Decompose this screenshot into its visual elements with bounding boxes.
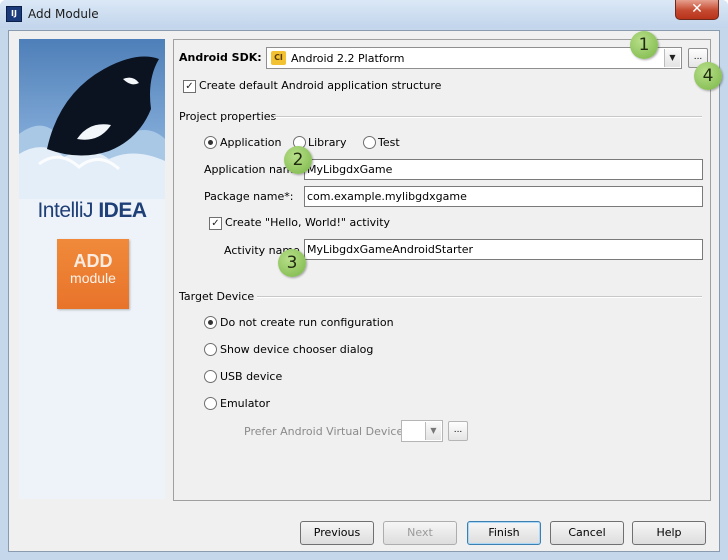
avd-dropdown[interactable]: ▼ (401, 420, 443, 442)
application-name-input[interactable]: MyLibgdxGame (304, 159, 703, 180)
callout-badge-3: 3 (278, 249, 306, 277)
hello-world-label: Create "Hello, World!" activity (225, 216, 391, 229)
help-button[interactable]: Help (632, 521, 706, 545)
target-emulator-label: Emulator (220, 397, 270, 410)
chevron-down-icon[interactable]: ▼ (425, 422, 441, 440)
cancel-button[interactable]: Cancel (550, 521, 624, 545)
type-application-radio[interactable] (204, 136, 217, 149)
create-structure-checkbox[interactable]: ✓ (183, 80, 196, 93)
previous-button[interactable]: Previous (300, 521, 374, 545)
type-test-radio[interactable] (363, 136, 376, 149)
callout-badge-2: 2 (284, 146, 312, 174)
target-device-chooser-radio[interactable] (204, 343, 217, 356)
type-library-label: Library (308, 136, 347, 149)
target-no-run-config-radio[interactable] (204, 316, 217, 329)
close-button[interactable]: ✕ (675, 0, 719, 20)
android-platform-icon: CI (271, 51, 286, 65)
avd-browse-button[interactable]: ... (448, 421, 468, 441)
hello-world-checkbox[interactable]: ✓ (209, 217, 222, 230)
target-no-run-config-label: Do not create run configuration (220, 316, 394, 329)
project-properties-title: Project properties (179, 110, 277, 123)
target-device-chooser-label: Show device chooser dialog (220, 343, 374, 356)
avd-label: Prefer Android Virtual Device: (244, 425, 407, 438)
intellij-idea-logo: IntelliJ IDEA (37, 199, 147, 222)
target-emulator-radio[interactable] (204, 397, 217, 410)
project-properties-separator (274, 116, 702, 118)
package-name-label: Package name*: (204, 190, 294, 203)
intellij-app-icon: IJ (6, 6, 22, 22)
wizard-banner: IntelliJ IDEA ADD module (19, 39, 165, 499)
target-usb-device-radio[interactable] (204, 370, 217, 383)
type-test-label: Test (378, 136, 400, 149)
target-usb-device-label: USB device (220, 370, 283, 383)
package-name-input[interactable]: com.example.mylibgdxgame (304, 186, 703, 207)
activity-name-input[interactable]: MyLibgdxGameAndroidStarter (304, 239, 703, 260)
module-settings-panel: Android SDK: CI Android 2.2 Platform ▼ .… (173, 31, 722, 501)
android-sdk-dropdown[interactable]: CI Android 2.2 Platform ▼ (266, 47, 682, 69)
window-title: Add Module (28, 7, 99, 21)
finish-button[interactable]: Finish (467, 521, 541, 545)
callout-badge-4: 4 (694, 62, 722, 90)
create-structure-label: Create default Android application struc… (199, 79, 442, 92)
next-button[interactable]: Next (383, 521, 457, 545)
callout-badge-1: 1 (630, 31, 658, 59)
target-device-separator (257, 296, 702, 298)
dialog-client-area: IntelliJ IDEA ADD module Android SDK: CI… (8, 30, 722, 552)
dialog-window: IJ Add Module ✕ IntelliJ IDEA ADD module… (0, 0, 728, 560)
title-bar[interactable]: IJ Add Module ✕ (0, 0, 728, 28)
android-sdk-label: Android SDK: (179, 51, 262, 64)
add-module-logo: ADD module (57, 239, 129, 309)
chevron-down-icon[interactable]: ▼ (664, 49, 680, 67)
android-sdk-value: Android 2.2 Platform (291, 52, 405, 65)
target-device-title: Target Device (179, 290, 255, 303)
orca-whale-image (19, 39, 165, 199)
type-application-label: Application (220, 136, 282, 149)
